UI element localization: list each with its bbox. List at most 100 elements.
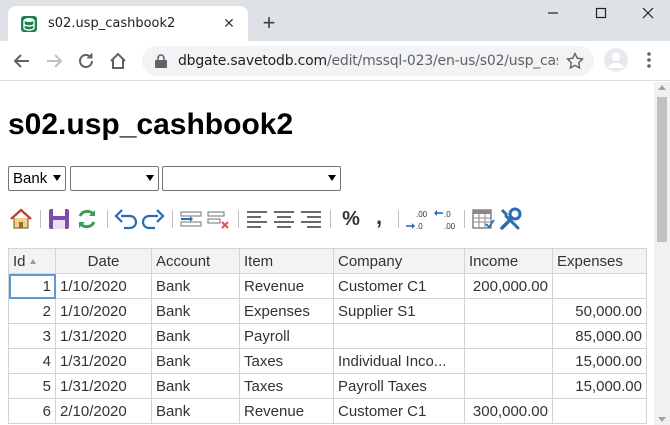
vertical-scrollbar[interactable]: [654, 82, 670, 425]
table-cell-date[interactable]: 1/31/2020: [55, 373, 152, 399]
data-table: Id Date Account Item Company Income Expe…: [8, 248, 647, 424]
table-cell-account[interactable]: Bank: [151, 398, 240, 424]
profile-avatar[interactable]: [604, 48, 628, 72]
table-row[interactable]: 5 1/31/2020 Bank Taxes Payroll Taxes 15,000.0…: [8, 373, 647, 399]
toolbar-divider: [107, 210, 108, 228]
table-cell-expenses[interactable]: 50,000.00: [552, 298, 647, 324]
table-cell-item[interactable]: Revenue: [239, 398, 334, 424]
table-cell-id[interactable]: 3: [8, 323, 56, 349]
address-bar[interactable]: dbgate.savetodb.com/edit/mssql-023/en-us…: [142, 46, 594, 76]
maximize-icon[interactable]: [586, 6, 616, 26]
table-cell-date[interactable]: 2/10/2020: [55, 398, 152, 424]
table-cell-date[interactable]: 1/31/2020: [55, 348, 152, 374]
column-header-company[interactable]: Company: [333, 248, 465, 274]
table-cell-income[interactable]: 200,000.00: [464, 273, 553, 299]
scrollbar-thumb[interactable]: [657, 97, 667, 242]
back-icon[interactable]: [11, 50, 33, 72]
column-header-id[interactable]: Id: [8, 248, 56, 274]
column-header-income[interactable]: Income: [464, 248, 553, 274]
table-row[interactable]: 4 1/31/2020 Bank Taxes Individual Inco... 15,…: [8, 348, 647, 374]
column-header-item[interactable]: Item: [239, 248, 334, 274]
table-cell-item[interactable]: Taxes: [239, 373, 334, 399]
align-center-icon[interactable]: [271, 206, 297, 232]
percent-format-button[interactable]: %: [338, 206, 364, 232]
item-filter-select[interactable]: [70, 166, 159, 191]
table-cell-company[interactable]: Individual Inco...: [333, 348, 465, 374]
home-icon[interactable]: [8, 206, 34, 232]
table-body: 1 1/10/2020 Bank Revenue Customer C1 200,000.…: [8, 273, 647, 424]
table-cell-income[interactable]: [464, 373, 553, 399]
toolbar-divider: [398, 210, 399, 228]
table-cell-income[interactable]: [464, 298, 553, 324]
home-icon[interactable]: [107, 50, 129, 72]
undo-icon[interactable]: [113, 206, 139, 232]
table-row[interactable]: 3 1/31/2020 Bank Payroll 85,000.00: [8, 323, 647, 349]
forward-icon[interactable]: [43, 50, 65, 72]
browser-menu-icon[interactable]: [645, 50, 653, 70]
table-row[interactable]: 2 1/10/2020 Bank Expenses Supplier S1 50,000.…: [8, 298, 647, 324]
column-header-account[interactable]: Account: [151, 248, 240, 274]
table-cell-expenses[interactable]: [552, 273, 647, 299]
reload-icon[interactable]: [75, 50, 97, 72]
new-tab-icon[interactable]: +: [258, 12, 280, 34]
table-cell-id[interactable]: 6: [8, 398, 56, 424]
table-cell-company[interactable]: [333, 323, 465, 349]
company-filter-select[interactable]: [162, 166, 341, 191]
table-format-icon[interactable]: [470, 206, 496, 232]
align-left-icon[interactable]: [244, 206, 270, 232]
table-cell-income[interactable]: 300,000.00: [464, 398, 553, 424]
table-cell-expenses[interactable]: [552, 398, 647, 424]
close-tab-icon[interactable]: ✕: [220, 14, 238, 32]
scroll-up-arrow-icon[interactable]: [658, 85, 666, 90]
bookmark-star-icon[interactable]: [566, 52, 584, 70]
table-cell-account[interactable]: Bank: [151, 323, 240, 349]
save-icon[interactable]: [46, 206, 72, 232]
table-cell-id[interactable]: 1: [8, 273, 56, 299]
table-cell-company[interactable]: Payroll Taxes: [333, 373, 465, 399]
refresh-icon[interactable]: [74, 206, 100, 232]
table-cell-company[interactable]: Customer C1: [333, 273, 465, 299]
table-cell-date[interactable]: 1/10/2020: [55, 298, 152, 324]
comma-format-button[interactable]: ,: [366, 206, 392, 232]
table-cell-date[interactable]: 1/31/2020: [55, 323, 152, 349]
browser-toolbar: dbgate.savetodb.com/edit/mssql-023/en-us…: [0, 41, 670, 81]
inc-decimals-bottom: .0: [416, 222, 423, 231]
tools-icon[interactable]: [498, 206, 524, 232]
table-cell-expenses[interactable]: 15,000.00: [552, 348, 647, 374]
table-cell-account[interactable]: Bank: [151, 373, 240, 399]
table-row[interactable]: 6 2/10/2020 Bank Revenue Customer C1 300,000.…: [8, 398, 647, 424]
table-cell-item[interactable]: Revenue: [239, 273, 334, 299]
table-cell-company[interactable]: Supplier S1: [333, 298, 465, 324]
table-cell-id[interactable]: 5: [8, 373, 56, 399]
close-window-icon[interactable]: [633, 6, 663, 26]
table-cell-expenses[interactable]: 85,000.00: [552, 323, 647, 349]
table-cell-company[interactable]: Customer C1: [333, 398, 465, 424]
insert-row-icon[interactable]: [178, 206, 204, 232]
table-cell-id[interactable]: 2: [8, 298, 56, 324]
table-cell-id[interactable]: 4: [8, 348, 56, 374]
table-cell-account[interactable]: Bank: [151, 298, 240, 324]
table-cell-account[interactable]: Bank: [151, 273, 240, 299]
account-filter-select[interactable]: Bank: [8, 166, 66, 191]
increase-decimals-button[interactable]: .00 .0: [404, 206, 430, 232]
table-cell-expenses[interactable]: 15,000.00: [552, 373, 647, 399]
column-header-date[interactable]: Date: [55, 248, 152, 274]
scroll-down-arrow-icon[interactable]: [658, 417, 666, 422]
minimize-icon[interactable]: [538, 6, 568, 26]
delete-row-icon[interactable]: [205, 206, 231, 232]
table-cell-account[interactable]: Bank: [151, 348, 240, 374]
redo-icon[interactable]: [140, 206, 166, 232]
align-right-icon[interactable]: [298, 206, 324, 232]
table-row[interactable]: 1 1/10/2020 Bank Revenue Customer C1 200,000.…: [8, 273, 647, 299]
table-cell-income[interactable]: [464, 323, 553, 349]
toolbar-divider: [40, 210, 41, 228]
toolbar-divider: [172, 210, 173, 228]
column-header-expenses[interactable]: Expenses: [552, 248, 647, 274]
table-cell-income[interactable]: [464, 348, 553, 374]
table-cell-item[interactable]: Taxes: [239, 348, 334, 374]
table-cell-item[interactable]: Payroll: [239, 323, 334, 349]
browser-tab[interactable]: s02.usp_cashbook2 ✕: [8, 6, 248, 41]
decrease-decimals-button[interactable]: .0 .00: [432, 206, 458, 232]
table-cell-date[interactable]: 1/10/2020: [55, 273, 152, 299]
table-cell-item[interactable]: Expenses: [239, 298, 334, 324]
